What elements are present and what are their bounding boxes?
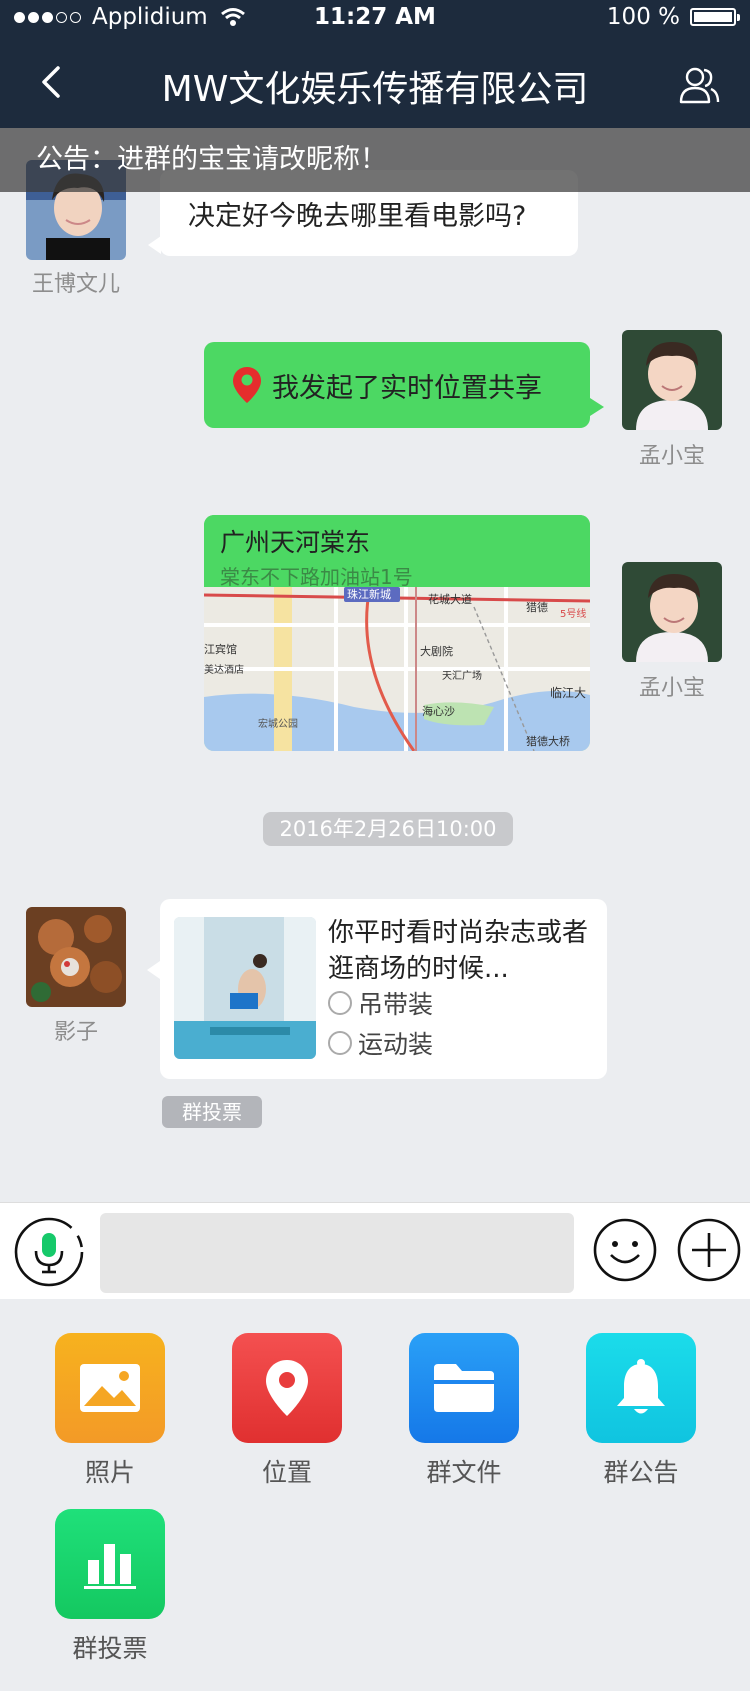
more-actions-panel: 照片 位置 群文件 群公告 群投票 bbox=[0, 1299, 750, 1691]
map-label: 海心沙 bbox=[422, 704, 455, 718]
message-text: 我发起了实时位置共享 bbox=[272, 372, 542, 404]
avatar[interactable] bbox=[26, 907, 126, 1007]
sender-name: 孟小宝 bbox=[638, 444, 705, 469]
group-vote-button[interactable] bbox=[55, 1509, 165, 1619]
radio-icon[interactable] bbox=[328, 1031, 352, 1055]
location-icon bbox=[266, 1360, 308, 1416]
panel-label: 群投票 bbox=[72, 1634, 148, 1663]
battery-icon bbox=[690, 8, 740, 26]
vote-image bbox=[174, 917, 316, 1059]
vote-option[interactable]: 吊带装 bbox=[328, 988, 434, 1019]
bell-icon bbox=[617, 1359, 665, 1414]
location-share-bubble[interactable]: 我发起了实时位置共享 bbox=[204, 342, 604, 428]
plus-icon[interactable] bbox=[676, 1217, 742, 1283]
top-bar: Applidium 11:27 AM 100 % MW文化娱乐传播有限公司 bbox=[0, 0, 750, 128]
chart-icon bbox=[84, 1544, 136, 1589]
battery-percent: 100 % bbox=[606, 4, 680, 30]
group-notice-banner[interactable]: 公告：进群的宝宝请改昵称！ bbox=[0, 128, 750, 192]
location-card-header: 广州天河棠东 棠东不下路加油站1号 bbox=[204, 515, 590, 589]
vote-tag: 群投票 bbox=[162, 1096, 262, 1128]
status-bar: Applidium 11:27 AM 100 % bbox=[0, 0, 750, 38]
location-address: 棠东不下路加油站1号 bbox=[220, 565, 413, 589]
location-pin-icon bbox=[233, 367, 261, 403]
panel-label: 照片 bbox=[84, 1458, 135, 1487]
input-bar bbox=[0, 1202, 750, 1299]
map-label: 临江大 bbox=[550, 686, 586, 700]
radio-icon[interactable] bbox=[328, 991, 352, 1015]
vote-option-label: 运动装 bbox=[358, 1030, 434, 1059]
map-label: 猎德大桥 bbox=[526, 734, 570, 748]
sender-name: 影子 bbox=[53, 1020, 98, 1045]
map-preview: 珠江新城 花城大道 猎德 5号线 江宾馆 大剧院 美达酒店 天汇广场 临江大 海… bbox=[204, 587, 590, 751]
photo-icon bbox=[80, 1364, 140, 1412]
panel-label: 位置 bbox=[261, 1458, 312, 1487]
photo-button[interactable] bbox=[55, 1333, 165, 1443]
location-name: 广州天河棠东 bbox=[220, 528, 371, 557]
panel-label: 群公告 bbox=[603, 1458, 679, 1487]
map-label: 美达酒店 bbox=[204, 663, 244, 676]
chat-title: MW文化娱乐传播有限公司 bbox=[161, 69, 589, 110]
battery-area: 100 % bbox=[606, 4, 740, 30]
avatar[interactable] bbox=[622, 330, 722, 430]
emoji-icon[interactable] bbox=[592, 1217, 658, 1283]
voice-input-icon[interactable] bbox=[14, 1217, 84, 1287]
panel-label: 群文件 bbox=[426, 1458, 502, 1487]
location-button[interactable] bbox=[232, 1333, 342, 1443]
group-files-button[interactable] bbox=[409, 1333, 519, 1443]
vote-card[interactable]: 你平时看时尚杂志或者逛商场的时候... 吊带装 运动装 bbox=[147, 899, 607, 1079]
location-card[interactable]: 广州天河棠东 棠东不下路加油站1号 珠江新城 花城大道 猎德 5号线 江宾馆 大… bbox=[204, 515, 590, 751]
map-label: 江宾馆 bbox=[204, 642, 237, 656]
map-label: 珠江新城 bbox=[347, 587, 391, 601]
message-text: 决定好今晚去哪里看电影吗? bbox=[188, 201, 527, 232]
map-label: 天汇广场 bbox=[442, 669, 482, 682]
group-notice-button[interactable] bbox=[586, 1333, 696, 1443]
map-label: 猎德 bbox=[526, 600, 548, 614]
message-input[interactable] bbox=[100, 1213, 574, 1293]
avatar[interactable] bbox=[622, 562, 722, 662]
group-members-icon[interactable] bbox=[678, 64, 720, 106]
vote-option[interactable]: 运动装 bbox=[328, 1028, 434, 1059]
nav-bar: MW文化娱乐传播有限公司 bbox=[0, 40, 750, 128]
map-label: 5号线 bbox=[560, 607, 586, 620]
folder-icon bbox=[434, 1364, 494, 1412]
map-label: 花城大道 bbox=[428, 592, 472, 606]
map-label: 大剧院 bbox=[420, 644, 453, 658]
vote-question: 你平时看时尚杂志或者逛商场的时候... bbox=[328, 918, 589, 984]
back-icon[interactable] bbox=[34, 62, 74, 102]
sender-name: 王博文儿 bbox=[31, 272, 120, 297]
sender-name: 孟小宝 bbox=[638, 676, 705, 701]
map-label: 宏城公园 bbox=[258, 717, 298, 730]
timestamp-badge: 2016年2月26日10:00 bbox=[263, 812, 513, 846]
vote-option-label: 吊带装 bbox=[358, 990, 434, 1019]
